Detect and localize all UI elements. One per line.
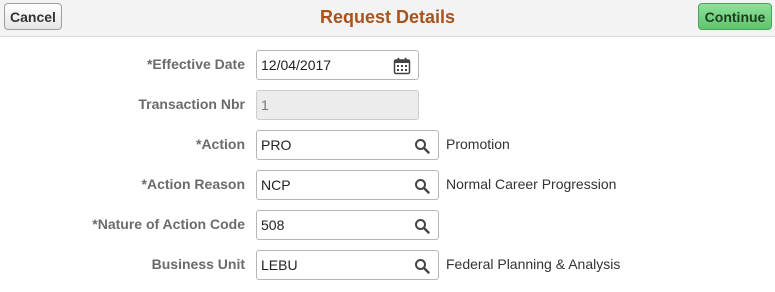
nature-of-action-code-row: *Nature of Action Code 508	[0, 210, 775, 240]
business-unit-description: Federal Planning & Analysis	[446, 256, 621, 272]
nature-of-action-code-value: 508	[261, 217, 285, 233]
action-value: PRO	[261, 137, 292, 153]
action-field[interactable]: PRO	[256, 130, 439, 160]
page-header: Cancel Request Details Continue	[0, 0, 775, 37]
business-unit-value: LEBU	[261, 257, 298, 273]
action-row: *Action PRO Promotion	[0, 130, 775, 160]
page-title: Request Details	[319, 7, 456, 27]
action-reason-description: Normal Career Progression	[446, 176, 617, 192]
search-icon[interactable]	[413, 137, 431, 155]
action-reason-row: *Action Reason NCP Normal Career Progres…	[0, 170, 775, 200]
business-unit-label: Business Unit	[151, 256, 245, 272]
search-icon[interactable]	[413, 217, 431, 235]
calendar-icon[interactable]	[393, 57, 411, 75]
transaction-nbr-value: 1	[261, 97, 269, 113]
continue-button[interactable]: Continue	[698, 3, 772, 30]
search-icon[interactable]	[413, 177, 431, 195]
business-unit-row: Business Unit LEBU Federal Planning & An…	[0, 250, 775, 280]
effective-date-label: *Effective Date	[146, 56, 245, 72]
action-reason-value: NCP	[261, 177, 291, 193]
effective-date-field[interactable]: 12/04/2017	[256, 50, 419, 80]
transaction-nbr-row: Transaction Nbr 1	[0, 90, 775, 120]
effective-date-value: 12/04/2017	[261, 57, 332, 73]
effective-date-row: *Effective Date 12/04/2017	[0, 50, 775, 80]
search-icon[interactable]	[413, 257, 431, 275]
action-label: *Action	[196, 136, 245, 152]
business-unit-field[interactable]: LEBU	[256, 250, 439, 280]
action-reason-field[interactable]: NCP	[256, 170, 439, 200]
nature-of-action-code-label: *Nature of Action Code	[92, 216, 245, 232]
nature-of-action-code-field[interactable]: 508	[256, 210, 439, 240]
action-reason-label: *Action Reason	[141, 176, 245, 192]
transaction-nbr-label: Transaction Nbr	[138, 96, 245, 112]
action-description: Promotion	[446, 136, 510, 152]
transaction-nbr-field: 1	[256, 90, 419, 120]
